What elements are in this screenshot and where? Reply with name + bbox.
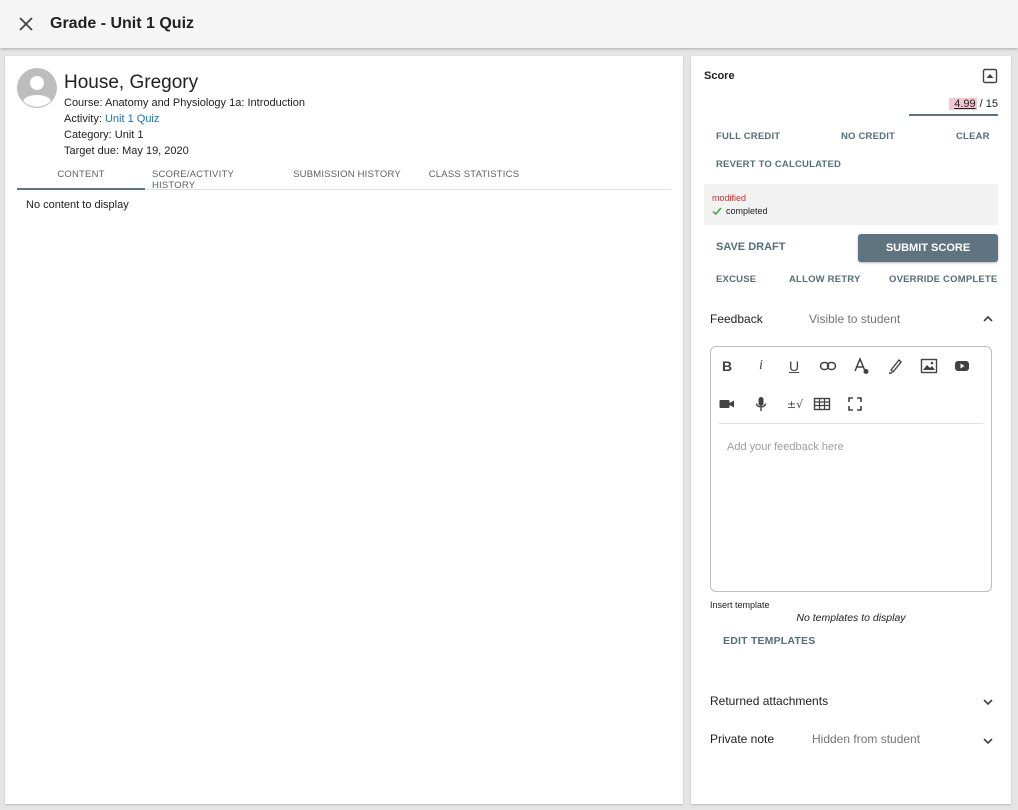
bold-button[interactable]: B [716,355,738,377]
excuse-button[interactable]: EXCUSE [716,274,756,285]
revert-to-calculated-button[interactable]: REVERT TO CALCULATED [716,159,841,170]
close-button[interactable] [14,12,38,36]
allow-retry-button[interactable]: ALLOW RETRY [789,274,861,285]
feedback-collapse-button[interactable] [981,312,995,326]
collapse-up-icon [982,68,998,84]
check-icon [712,207,722,216]
image-icon [920,358,938,374]
video-icon [719,400,734,408]
tab-content[interactable]: CONTENT [17,166,145,190]
microphone-icon [755,397,767,411]
user-avatar-icon [17,68,57,108]
status-box: modified completed [704,184,998,225]
returned-attachments-label[interactable]: Returned attachments [710,694,828,708]
score-label: Score [704,70,735,82]
tab-submission-history[interactable]: SUBMISSION HISTORY [292,166,402,190]
fullscreen-icon [848,397,862,411]
course-value: Anatomy and Physiology 1a: Introduction [104,97,305,109]
score-max: / 15 [979,98,998,110]
category-label: Category: [64,129,112,141]
feedback-label: Feedback [710,312,763,326]
insert-video-button[interactable] [716,393,738,415]
insert-template-label: Insert template [710,600,770,610]
save-draft-button[interactable]: SAVE DRAFT [716,241,785,253]
status-completed: completed [712,206,768,216]
score-field: / 15 [909,94,998,116]
highlight-button[interactable] [884,355,906,377]
status-modified: modified [712,193,747,203]
no-templates-message: No templates to display [796,612,906,624]
activity-label: Activity: [64,113,102,125]
insert-image-button[interactable] [918,355,940,377]
student-name: House, Gregory [64,72,199,93]
private-note-expand-button[interactable] [981,734,995,748]
chevron-up-icon [983,315,993,322]
editor-divider [719,423,983,424]
private-note-label[interactable]: Private note [710,732,774,746]
override-complete-button[interactable]: OVERRIDE COMPLETE [889,274,997,285]
feedback-editor: B i U ±√ Add your feedback here [710,346,992,592]
collapse-panel-button[interactable] [982,68,998,84]
highlight-icon [889,358,902,374]
fullscreen-button[interactable] [844,393,866,415]
chevron-down-icon [983,699,993,706]
tab-bar: CONTENT SCORE/ACTIVITY HISTORY SUBMISSIO… [17,166,671,191]
tab-class-statistics[interactable]: CLASS STATISTICS [419,166,529,190]
italic-button[interactable]: i [750,355,772,377]
clear-button[interactable]: CLEAR [956,131,990,142]
grading-panel: Score / 15 FULL CREDIT NO CREDIT CLEAR R… [691,56,1011,804]
score-input[interactable] [948,98,977,110]
course-line: Course: Anatomy and Physiology 1a: Intro… [64,97,305,109]
feedback-textarea[interactable] [719,435,983,585]
activity-link[interactable]: Unit 1 Quiz [105,113,159,125]
insert-youtube-button[interactable] [951,355,973,377]
tab-score-activity-history[interactable]: SCORE/ACTIVITY HISTORY [152,166,274,191]
italic-icon: i [759,358,763,373]
insert-math-button[interactable]: ±√ [783,393,807,415]
text-color-button[interactable] [850,355,872,377]
insert-audio-button[interactable] [750,393,772,415]
youtube-icon [955,361,969,371]
chevron-down-icon [983,738,993,745]
page-title: Grade - Unit 1 Quiz [50,15,195,32]
bold-icon: B [721,358,733,374]
student-panel: House, Gregory Course: Anatomy and Physi… [5,56,683,804]
course-label: Course: [64,97,103,109]
status-completed-text: completed [726,206,768,216]
underline-button[interactable]: U [783,355,805,377]
feedback-visibility: Visible to student [809,312,901,326]
avatar [17,68,57,108]
link-icon [819,361,837,371]
due-label: Target due: [64,145,120,157]
no-credit-button[interactable]: NO CREDIT [841,131,895,142]
edit-templates-button[interactable]: EDIT TEMPLATES [723,635,815,647]
underline-icon: U [788,358,800,374]
category-value: Unit 1 [114,129,144,141]
link-button[interactable] [817,355,839,377]
top-bar: Grade - Unit 1 Quiz [0,0,1018,48]
math-icon: ±√ [786,397,804,411]
due-line: Target due: May 19, 2020 [64,145,189,157]
insert-table-button[interactable] [811,393,833,415]
full-credit-button[interactable]: FULL CREDIT [716,131,780,142]
activity-line: Activity: Unit 1 Quiz [64,113,159,125]
category-line: Category: Unit 1 [64,129,144,141]
returned-attachments-expand-button[interactable] [981,695,995,709]
private-note-visibility: Hidden from student [812,732,921,746]
empty-content-message: No content to display [26,199,129,211]
close-icon [19,17,33,31]
submit-score-button[interactable]: SUBMIT SCORE [858,234,998,262]
due-value: May 19, 2020 [122,145,189,157]
text-color-icon [854,357,869,374]
table-icon [813,397,831,411]
